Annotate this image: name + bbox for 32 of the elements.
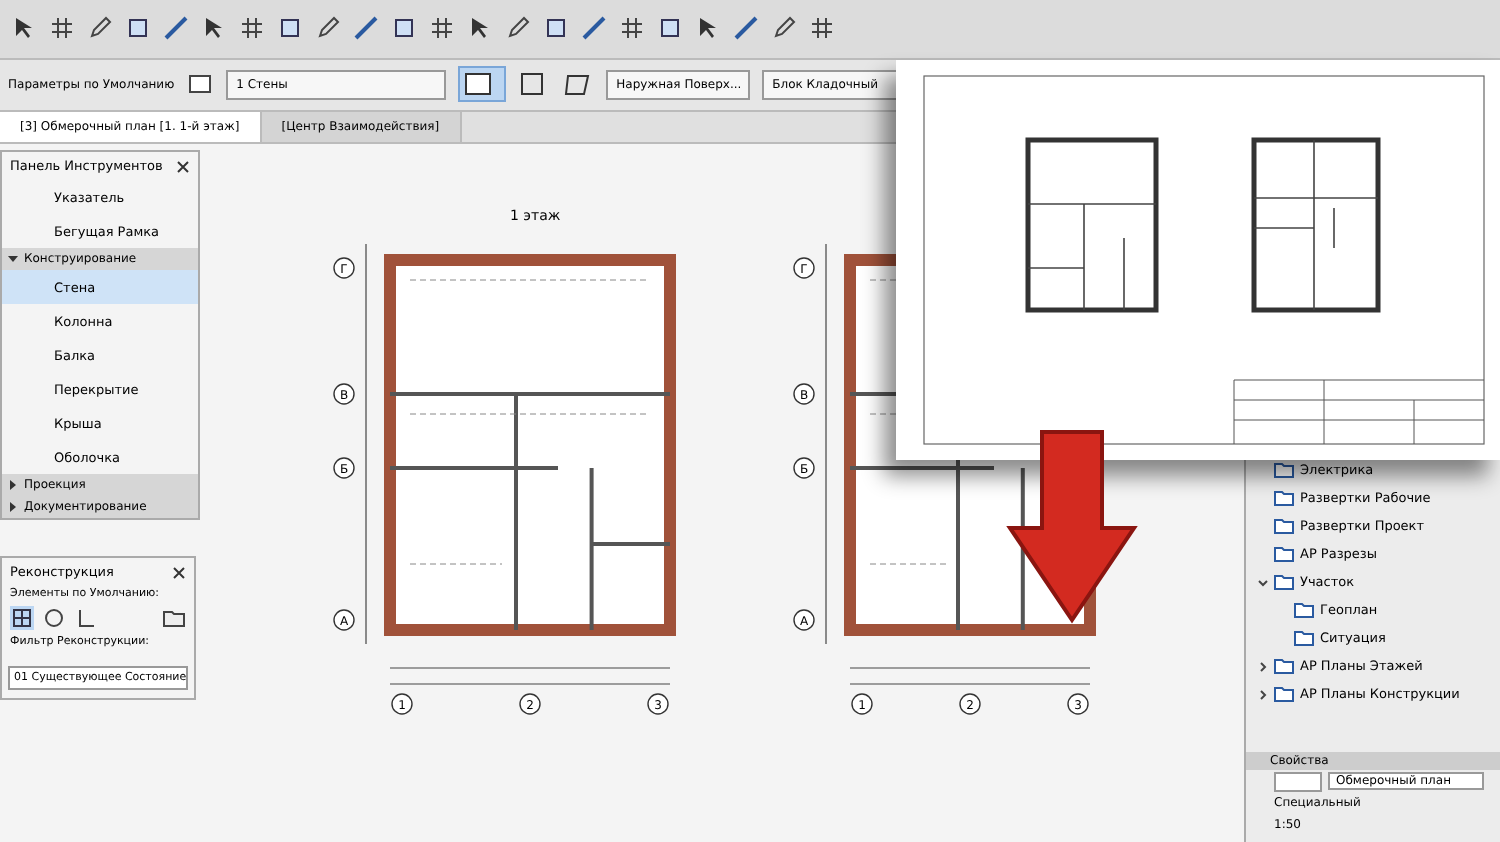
- folder-icon[interactable]: [162, 606, 186, 630]
- grid-icon[interactable]: [430, 16, 454, 41]
- chevron-icon[interactable]: [1258, 577, 1268, 587]
- close-icon[interactable]: [172, 565, 186, 579]
- id-field[interactable]: [1274, 771, 1322, 791]
- square-icon[interactable]: [278, 16, 302, 41]
- chevron-icon[interactable]: [1258, 689, 1268, 699]
- line-icon[interactable]: [354, 16, 378, 41]
- cursor-icon[interactable]: [468, 16, 492, 41]
- chevron-icon[interactable]: [1258, 661, 1268, 671]
- grid-icon[interactable]: [810, 16, 834, 41]
- line-icon[interactable]: [734, 16, 758, 41]
- grid-icon[interactable]: [240, 16, 264, 41]
- caret-icon[interactable]: [8, 502, 18, 512]
- pencil-icon[interactable]: [88, 16, 112, 41]
- close-icon[interactable]: [176, 159, 190, 173]
- cursor-icon[interactable]: [202, 16, 226, 41]
- square-icon[interactable]: [544, 16, 568, 41]
- square-icon[interactable]: [658, 16, 682, 41]
- line-icon[interactable]: [164, 16, 188, 41]
- cursor-icon[interactable]: [696, 16, 720, 41]
- grid-icon[interactable]: [620, 16, 644, 41]
- pencil-icon[interactable]: [506, 16, 530, 41]
- caret-icon[interactable]: [8, 254, 18, 264]
- grid-icon[interactable]: [50, 16, 74, 41]
- square-icon[interactable]: [392, 16, 416, 41]
- line-icon[interactable]: [582, 16, 606, 41]
- pencil-icon[interactable]: [772, 16, 796, 41]
- pencil-icon[interactable]: [316, 16, 340, 41]
- square-icon[interactable]: [126, 16, 150, 41]
- cursor-icon[interactable]: [12, 16, 36, 41]
- caret-icon[interactable]: [8, 480, 18, 490]
